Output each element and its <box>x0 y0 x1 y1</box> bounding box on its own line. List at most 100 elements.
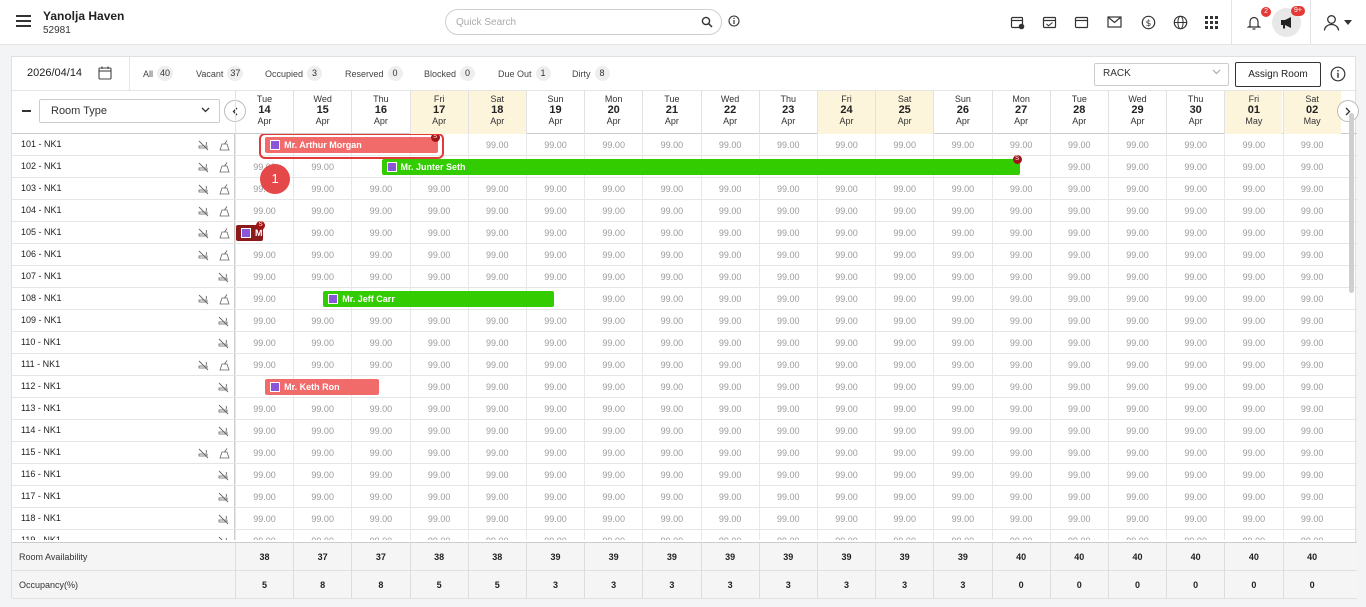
rate-cell[interactable]: 99.00 <box>1282 508 1341 530</box>
rate-cell[interactable]: 99.00 <box>991 420 1050 442</box>
rate-cell[interactable]: 99.00 <box>467 530 526 540</box>
rate-cell[interactable]: 99.00 <box>584 530 642 540</box>
rate-cell[interactable]: 99.00 <box>1224 244 1282 266</box>
rate-cell[interactable]: 99.00 <box>467 244 526 266</box>
rate-cell[interactable]: 99.00 <box>700 376 759 398</box>
current-date[interactable]: 2026/04/14 <box>27 67 82 79</box>
rate-cell[interactable]: 99.00 <box>1166 420 1224 442</box>
rate-cell[interactable]: 99.00 <box>642 332 700 354</box>
rate-cell[interactable]: 99.00 <box>991 508 1050 530</box>
rate-cell[interactable]: 99.00 <box>293 200 351 222</box>
rate-cell[interactable]: 99.00 <box>933 486 991 508</box>
rate-cell[interactable]: 99.00 <box>1049 420 1108 442</box>
rate-cell[interactable]: 99.00 <box>875 266 933 288</box>
rate-cell[interactable]: 99.00 <box>1224 178 1282 200</box>
bell-icon[interactable]: 2 <box>1245 7 1271 31</box>
room-type-select[interactable]: Room Type <box>39 99 220 123</box>
rate-cell[interactable]: 99.00 <box>1224 354 1282 376</box>
rate-cell[interactable]: 99.00 <box>933 310 991 332</box>
rate-cell[interactable]: 99.00 <box>409 508 468 530</box>
rate-cell[interactable]: 99.00 <box>758 420 817 442</box>
rate-cell[interactable]: 99.00 <box>933 332 991 354</box>
rate-cell[interactable]: 99.00 <box>584 508 642 530</box>
rate-cell[interactable]: 99.00 <box>467 398 526 420</box>
rate-cell[interactable]: 99.00 <box>991 310 1050 332</box>
rate-cell[interactable]: 99.00 <box>467 178 526 200</box>
rate-cell[interactable]: 99.00 <box>1108 310 1166 332</box>
rate-cell[interactable]: 99.00 <box>1108 134 1166 156</box>
rate-cell[interactable]: 99.00 <box>1166 486 1224 508</box>
rate-cell[interactable]: 99.00 <box>817 266 875 288</box>
calendar-icon[interactable] <box>1072 13 1090 31</box>
rate-cell[interactable]: 99.00 <box>1282 134 1341 156</box>
rate-cell[interactable]: 99.00 <box>235 244 293 266</box>
rate-cell[interactable]: 99.00 <box>875 508 933 530</box>
rate-cell[interactable]: 99.00 <box>293 354 351 376</box>
rate-cell[interactable]: 99.00 <box>1282 310 1341 332</box>
rate-cell[interactable]: 99.00 <box>293 310 351 332</box>
rate-cell[interactable]: 99.00 <box>991 486 1050 508</box>
rate-cell[interactable]: 99.00 <box>642 508 700 530</box>
filter-all[interactable]: All 40 <box>143 66 174 81</box>
rate-cell[interactable]: 99.00 <box>817 134 875 156</box>
rate-cell[interactable]: 99.00 <box>1049 310 1108 332</box>
rate-cell[interactable]: 99.00 <box>526 332 584 354</box>
rate-cell[interactable]: 99.00 <box>700 486 759 508</box>
rate-cell[interactable]: 99.00 <box>700 266 759 288</box>
rate-cell[interactable]: 99.00 <box>584 134 642 156</box>
rate-cell[interactable]: 99.00 <box>700 464 759 486</box>
rate-cell[interactable]: 99.00 <box>1282 244 1341 266</box>
rate-cell[interactable]: 99.00 <box>1224 486 1282 508</box>
rate-cell[interactable]: 99.00 <box>875 530 933 540</box>
rate-cell[interactable]: 99.00 <box>467 332 526 354</box>
rate-cell[interactable]: 99.00 <box>758 244 817 266</box>
rate-cell[interactable]: 99.00 <box>351 398 409 420</box>
rate-cell[interactable]: 99.00 <box>526 376 584 398</box>
rate-cell[interactable]: 99.00 <box>1224 376 1282 398</box>
rate-cell[interactable]: 99.00 <box>293 266 351 288</box>
rate-cell[interactable]: 99.00 <box>235 288 293 310</box>
rate-cell[interactable]: 99.00 <box>235 486 293 508</box>
rate-cell[interactable]: 99.00 <box>351 420 409 442</box>
rate-cell[interactable]: 99.00 <box>758 134 817 156</box>
rate-cell[interactable]: 99.00 <box>1282 420 1341 442</box>
vertical-scrollbar[interactable] <box>1349 113 1354 293</box>
rate-cell[interactable]: 99.00 <box>817 354 875 376</box>
rate-cell[interactable]: 99.00 <box>467 354 526 376</box>
mail-icon[interactable] <box>1105 13 1123 31</box>
rate-cell[interactable]: 99.00 <box>1049 134 1108 156</box>
rate-cell[interactable]: 99.00 <box>642 530 700 540</box>
rate-cell[interactable]: 99.00 <box>467 442 526 464</box>
rate-cell[interactable]: 99.00 <box>1108 178 1166 200</box>
rate-cell[interactable]: 99.00 <box>409 354 468 376</box>
rate-cell[interactable]: 99.00 <box>1166 134 1224 156</box>
rate-cell[interactable]: 99.00 <box>817 244 875 266</box>
rate-cell[interactable]: 99.00 <box>293 222 351 244</box>
rate-cell[interactable]: 99.00 <box>817 376 875 398</box>
reservation-bar[interactable]: Mr. Jeff Carr <box>323 291 555 307</box>
rate-cell[interactable]: 99.00 <box>1049 398 1108 420</box>
rate-cell[interactable]: 99.00 <box>293 244 351 266</box>
rate-cell[interactable]: 99.00 <box>293 156 351 178</box>
rate-cell[interactable]: 99.00 <box>1166 464 1224 486</box>
rate-cell[interactable]: 99.00 <box>817 288 875 310</box>
rate-cell[interactable]: 99.00 <box>700 420 759 442</box>
rate-cell[interactable]: 99.00 <box>1108 508 1166 530</box>
rate-cell[interactable]: 99.00 <box>700 310 759 332</box>
rate-cell[interactable]: 99.00 <box>817 398 875 420</box>
info-icon[interactable] <box>1330 66 1346 82</box>
rate-cell[interactable]: 99.00 <box>758 266 817 288</box>
rate-cell[interactable]: 99.00 <box>933 178 991 200</box>
rate-cell[interactable]: 99.00 <box>526 464 584 486</box>
rate-cell[interactable]: 99.00 <box>758 376 817 398</box>
rate-cell[interactable]: 99.00 <box>1049 442 1108 464</box>
rate-cell[interactable]: 99.00 <box>526 486 584 508</box>
rate-cell[interactable]: 99.00 <box>1108 200 1166 222</box>
rate-cell[interactable]: 99.00 <box>1049 508 1108 530</box>
search-icon[interactable] <box>701 16 713 28</box>
rate-cell[interactable]: 99.00 <box>875 420 933 442</box>
rate-cell[interactable]: 99.00 <box>409 222 468 244</box>
rate-cell[interactable]: 99.00 <box>235 354 293 376</box>
rate-cell[interactable]: 99.00 <box>584 398 642 420</box>
rate-cell[interactable]: 99.00 <box>526 244 584 266</box>
